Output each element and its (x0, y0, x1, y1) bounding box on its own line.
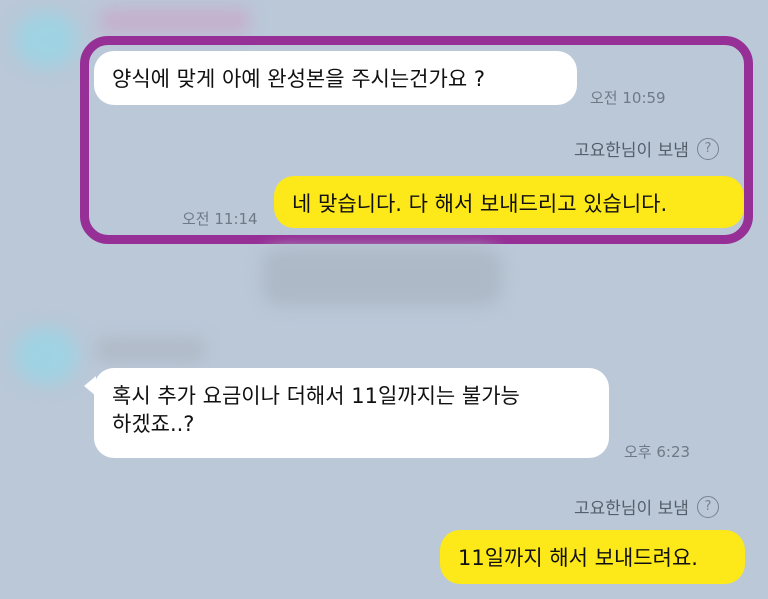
question-circle-icon[interactable]: ? (696, 495, 719, 518)
sender-note-text: 고요한님이 보냄 (574, 141, 689, 161)
message-text: 11일까지 해서 보내드려요. (458, 546, 698, 570)
incoming-message-bubble[interactable]: 양식에 맞게 아예 완성본을 주시는건가요 ? (94, 51, 577, 105)
sender-note-text: 고요한님이 보냄 (574, 499, 689, 519)
message-text: 혹시 추가 요금이나 더해서 11일까지는 불가능 하겠죠..? (112, 384, 520, 436)
avatar[interactable] (14, 12, 78, 68)
question-circle-icon[interactable]: ? (696, 137, 719, 160)
outgoing-message-bubble[interactable]: 네 맞습니다. 다 해서 보내드리고 있습니다. (274, 176, 744, 228)
blurred-sender-name (100, 8, 250, 34)
sender-note: 고요한님이 보냄 ? (574, 136, 719, 161)
sender-note: 고요한님이 보냄 ? (574, 494, 719, 519)
message-timestamp: 오전 11:14 (182, 210, 258, 228)
outgoing-message-bubble[interactable]: 11일까지 해서 보내드려요. (440, 530, 745, 584)
avatar[interactable] (14, 328, 78, 384)
message-text: 양식에 맞게 아예 완성본을 주시는건가요 ? (112, 67, 485, 91)
incoming-message-bubble[interactable]: 혹시 추가 요금이나 더해서 11일까지는 불가능 하겠죠..? (94, 368, 609, 458)
blurred-notice (262, 248, 502, 306)
message-timestamp: 오후 6:23 (624, 443, 691, 461)
blurred-sender-name (96, 337, 206, 363)
message-timestamp: 오전 10:59 (590, 89, 666, 107)
message-text: 네 맞습니다. 다 해서 보내드리고 있습니다. (292, 192, 668, 216)
